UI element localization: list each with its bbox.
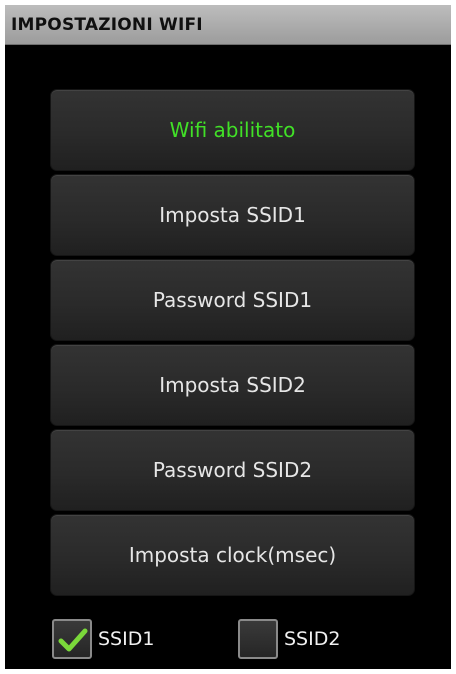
title-bar: IMPOSTAZIONI WIFI [5,5,451,45]
app-screen: IMPOSTAZIONI WIFI Wifi abilitato Imposta… [5,5,451,669]
ssid2-checkbox-label: SSID2 [284,628,341,650]
password-ssid2-button[interactable]: Password SSID2 [50,429,415,511]
ssid1-checkbox-label: SSID1 [98,628,155,650]
set-ssid2-button[interactable]: Imposta SSID2 [50,344,415,426]
ssid2-checkbox[interactable]: SSID2 [238,617,340,661]
ssid1-checkbox[interactable]: SSID1 [52,617,154,661]
set-clock-button[interactable]: Imposta clock(msec) [50,514,415,596]
checkmark-icon [58,628,88,652]
window-title: IMPOSTAZIONI WIFI [11,15,203,35]
ssid2-checkbox-box[interactable] [238,619,278,659]
password-ssid2-label: Password SSID2 [152,458,313,482]
wifi-enabled-label: Wifi abilitato [169,118,296,142]
settings-menu: Wifi abilitato Imposta SSID1 Password SS… [50,89,415,599]
set-ssid1-button[interactable]: Imposta SSID1 [50,174,415,256]
ssid1-checkbox-box[interactable] [52,619,92,659]
set-clock-label: Imposta clock(msec) [128,543,337,567]
password-ssid1-button[interactable]: Password SSID1 [50,259,415,341]
ssid-checkbox-row: SSID1 SSID2 [5,617,451,663]
password-ssid1-label: Password SSID1 [152,288,313,312]
set-ssid1-label: Imposta SSID1 [159,203,306,227]
set-ssid2-label: Imposta SSID2 [159,373,306,397]
wifi-enabled-button[interactable]: Wifi abilitato [50,89,415,171]
